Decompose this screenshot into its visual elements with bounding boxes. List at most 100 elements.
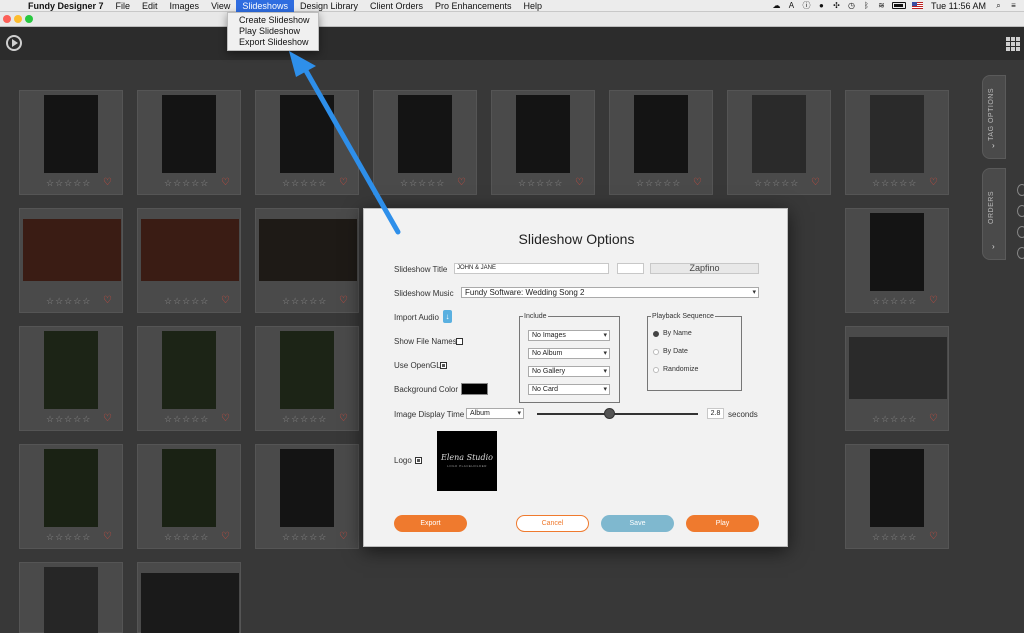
heart-icon[interactable]: ♡ xyxy=(221,177,230,188)
photo-thumbnail[interactable] xyxy=(516,95,570,173)
rating-stars[interactable]: ☆☆☆☆☆ xyxy=(164,296,209,307)
gear-icon[interactable]: ✣ xyxy=(832,1,841,10)
photo-thumbnail[interactable] xyxy=(259,219,357,281)
heart-icon[interactable]: ♡ xyxy=(929,177,938,188)
background-color-swatch[interactable] xyxy=(461,383,488,395)
menu-file[interactable]: File xyxy=(110,0,137,12)
menu-app-name[interactable]: Fundy Designer 7 xyxy=(22,0,110,12)
play-icon[interactable] xyxy=(6,35,22,51)
heart-icon[interactable]: ♡ xyxy=(221,295,230,306)
save-button[interactable]: Save xyxy=(601,515,674,532)
heart-icon[interactable]: ♡ xyxy=(339,177,348,188)
tag-options-tab[interactable]: TAG OPTIONS › xyxy=(982,75,1006,159)
image-card[interactable]: ☆☆☆☆☆ ♡ xyxy=(137,444,241,549)
cloud-icon[interactable]: ☁ xyxy=(772,1,781,10)
menu-design-library[interactable]: Design Library xyxy=(294,0,364,12)
close-window-button[interactable] xyxy=(3,15,11,23)
rating-stars[interactable]: ☆☆☆☆☆ xyxy=(754,178,799,189)
clock-icon[interactable]: ◷ xyxy=(847,1,856,10)
rating-stars[interactable]: ☆☆☆☆☆ xyxy=(164,414,209,425)
include-images-select[interactable]: No Images xyxy=(528,330,610,341)
rating-stars[interactable]: ☆☆☆☆☆ xyxy=(282,178,327,189)
heart-icon[interactable]: ♡ xyxy=(929,295,938,306)
side-circle-button[interactable] xyxy=(1017,226,1024,238)
display-time-slider[interactable] xyxy=(537,413,698,415)
export-button[interactable]: Export xyxy=(394,515,467,532)
heart-icon[interactable]: ♡ xyxy=(811,177,820,188)
heart-icon[interactable]: ♡ xyxy=(339,295,348,306)
include-card-select[interactable]: No Card xyxy=(528,384,610,395)
photo-thumbnail[interactable] xyxy=(870,213,924,291)
heart-icon[interactable]: ♡ xyxy=(929,413,938,424)
text-icon[interactable]: A xyxy=(787,1,796,10)
rating-stars[interactable]: ☆☆☆☆☆ xyxy=(46,532,91,543)
search-icon[interactable]: ⌕ xyxy=(994,1,1003,10)
heart-icon[interactable]: ♡ xyxy=(221,531,230,542)
menu-help[interactable]: Help xyxy=(518,0,549,12)
slideshow-music-select[interactable]: Fundy Software: Wedding Song 2 xyxy=(461,287,759,298)
menu-client-orders[interactable]: Client Orders xyxy=(364,0,429,12)
import-audio-icon[interactable]: ↓ xyxy=(443,310,452,323)
photo-thumbnail[interactable] xyxy=(162,331,216,409)
image-card[interactable]: ☆☆☆☆☆ ♡ xyxy=(845,326,949,431)
heart-icon[interactable]: ♡ xyxy=(103,413,112,424)
photo-thumbnail[interactable] xyxy=(44,567,98,633)
heart-icon[interactable]: ♡ xyxy=(221,413,230,424)
logo-preview[interactable]: Elena Studio LOGO PLACEHOLDER xyxy=(437,431,497,491)
lock-icon[interactable]: ● xyxy=(817,1,826,10)
image-card[interactable] xyxy=(19,562,123,633)
photo-thumbnail[interactable] xyxy=(44,449,98,527)
image-card[interactable]: ☆☆☆☆☆ ♡ xyxy=(255,208,359,313)
photo-thumbnail[interactable] xyxy=(870,95,924,173)
heart-icon[interactable]: ♡ xyxy=(693,177,702,188)
image-card[interactable]: ☆☆☆☆☆ ♡ xyxy=(845,90,949,195)
battery-icon[interactable] xyxy=(891,2,906,9)
rating-stars[interactable]: ☆☆☆☆☆ xyxy=(872,178,917,189)
image-card[interactable]: ☆☆☆☆☆ ♡ xyxy=(19,208,123,313)
bluetooth-icon[interactable]: ᛒ xyxy=(862,1,871,10)
minimize-window-button[interactable] xyxy=(14,15,22,23)
image-card[interactable]: ☆☆☆☆☆ ♡ xyxy=(609,90,713,195)
orders-tab[interactable]: ORDERS › xyxy=(982,168,1006,260)
image-card[interactable]: ☆☆☆☆☆ ♡ xyxy=(19,444,123,549)
display-time-value-input[interactable]: 2.8 xyxy=(707,408,724,419)
rating-stars[interactable]: ☆☆☆☆☆ xyxy=(164,178,209,189)
image-card[interactable]: ☆☆☆☆☆ ♡ xyxy=(137,326,241,431)
rating-stars[interactable]: ☆☆☆☆☆ xyxy=(46,178,91,189)
rating-stars[interactable]: ☆☆☆☆☆ xyxy=(518,178,563,189)
slider-handle[interactable] xyxy=(603,408,615,419)
photo-thumbnail[interactable] xyxy=(44,95,98,173)
image-card[interactable]: ☆☆☆☆☆ ♡ xyxy=(137,208,241,313)
image-card[interactable]: ☆☆☆☆☆ ♡ xyxy=(137,90,241,195)
menu-pro-enhancements[interactable]: Pro Enhancements xyxy=(429,0,518,12)
photo-thumbnail[interactable] xyxy=(870,449,924,527)
photo-thumbnail[interactable] xyxy=(23,219,121,281)
side-circle-button[interactable] xyxy=(1017,247,1024,259)
rating-stars[interactable]: ☆☆☆☆☆ xyxy=(282,532,327,543)
heart-icon[interactable]: ♡ xyxy=(103,295,112,306)
rating-stars[interactable]: ☆☆☆☆☆ xyxy=(872,414,917,425)
photo-thumbnail[interactable] xyxy=(141,219,239,281)
heart-icon[interactable]: ♡ xyxy=(103,531,112,542)
font-color-swatch[interactable] xyxy=(617,263,644,274)
rating-stars[interactable]: ☆☆☆☆☆ xyxy=(872,532,917,543)
image-card[interactable]: ☆☆☆☆☆ ♡ xyxy=(491,90,595,195)
photo-thumbnail[interactable] xyxy=(44,331,98,409)
flag-icon[interactable] xyxy=(911,2,923,9)
photo-thumbnail[interactable] xyxy=(634,95,688,173)
menubar-clock[interactable]: Tue 11:56 AM xyxy=(929,0,988,12)
zoom-window-button[interactable] xyxy=(25,15,33,23)
image-card[interactable]: ☆☆☆☆☆ ♡ xyxy=(373,90,477,195)
rating-stars[interactable]: ☆☆☆☆☆ xyxy=(636,178,681,189)
side-circle-button[interactable] xyxy=(1017,205,1024,217)
cancel-button[interactable]: Cancel xyxy=(516,515,589,532)
display-time-select[interactable]: Album xyxy=(466,408,524,419)
wifi-icon[interactable]: ≋ xyxy=(877,1,886,10)
include-album-select[interactable]: No Album xyxy=(528,348,610,359)
rating-stars[interactable]: ☆☆☆☆☆ xyxy=(282,414,327,425)
show-file-names-checkbox[interactable] xyxy=(456,338,463,345)
playback-randomize-radio[interactable] xyxy=(653,367,659,373)
info-icon[interactable]: ⓘ xyxy=(802,1,811,10)
menu-view[interactable]: View xyxy=(205,0,236,12)
photo-thumbnail[interactable] xyxy=(280,331,334,409)
